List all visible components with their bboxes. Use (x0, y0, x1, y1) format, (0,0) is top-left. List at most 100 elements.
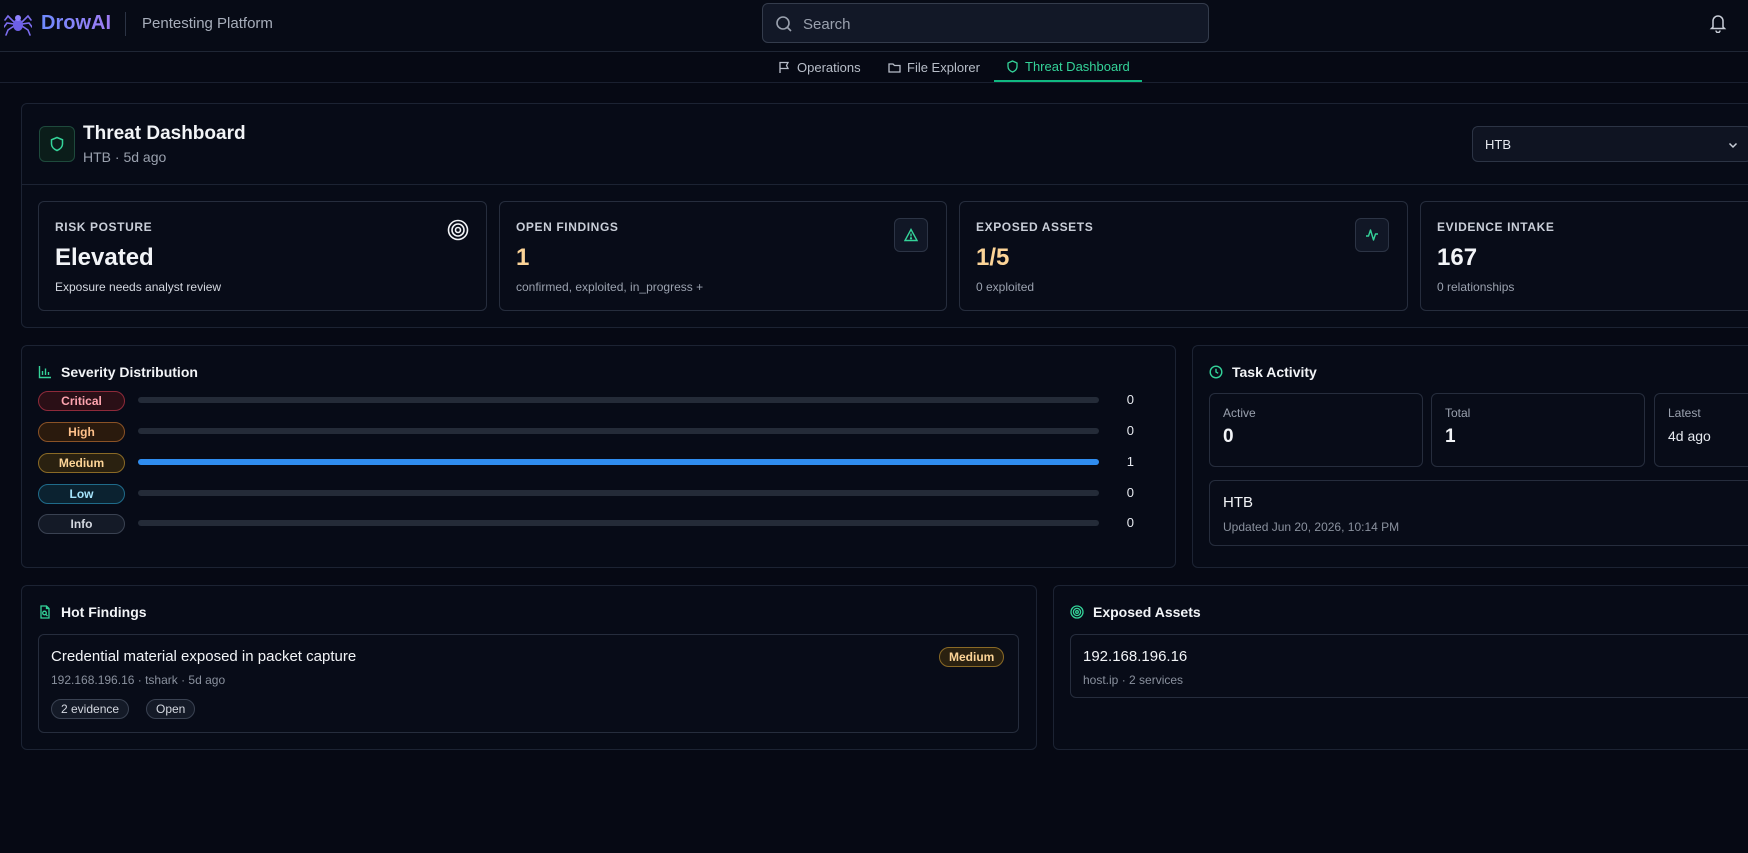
metric-label: Latest (1668, 406, 1701, 420)
task-item-updated: Updated Jun 20, 2026, 10:14 PM (1223, 520, 1400, 534)
hot-findings-panel: Hot Findings Credential material exposed… (21, 585, 1037, 750)
spider-logo-icon (4, 14, 32, 36)
severity-pill: High (38, 422, 125, 442)
severity-count: 0 (1126, 423, 1134, 438)
alert-triangle-icon (904, 228, 918, 242)
task-activity-panel: Task Activity Active 0 Total 1 Latest 4d… (1192, 345, 1748, 568)
status-tag: Open (146, 699, 196, 719)
severity-pill: Info (38, 514, 125, 534)
stat-label: EVIDENCE INTAKE (1437, 220, 1555, 234)
brand-subtitle: Pentesting Platform (142, 15, 273, 32)
target-icon (1070, 605, 1084, 619)
operation-select[interactable]: HTB (1472, 126, 1748, 162)
severity-bar-track (138, 428, 1099, 434)
task-metric-total: Total 1 (1431, 393, 1645, 467)
tab-threat-dashboard-label: Threat Dashboard (1025, 58, 1130, 74)
folder-icon (888, 62, 901, 73)
severity-row-low: Low 0 (38, 484, 1158, 504)
brand-name[interactable]: DrowAI (41, 12, 111, 35)
severity-pill: Critical (38, 391, 125, 411)
metric-value: 1 (1445, 426, 1456, 447)
tab-file-explorer[interactable]: File Explorer (876, 52, 992, 82)
nav-tabs: Operations File Explorer Threat Dashboar… (0, 52, 1748, 83)
header-divider (22, 184, 1748, 185)
bar-chart-icon (38, 366, 51, 379)
stat-note: 0 relationships (1437, 280, 1515, 294)
stat-value: 167 (1437, 244, 1478, 271)
finding-meta: 192.168.196.16 · tshark · 5d ago (51, 673, 226, 687)
stat-icon-box (894, 218, 928, 252)
file-search-icon (40, 605, 50, 619)
exposed-assets-title: Exposed Assets (1070, 604, 1201, 620)
stat-icon-box (1355, 218, 1389, 252)
severity-row-info: Info 0 (38, 514, 1158, 534)
severity-row-critical: Critical 0 (38, 391, 1158, 411)
severity-title-text: Severity Distribution (61, 364, 198, 380)
search-icon (776, 16, 792, 32)
severity-distribution-panel: Severity Distribution Critical 0 High 0 Medi… (21, 345, 1176, 568)
top-bar: DrowAI Pentesting Platform (0, 0, 1748, 52)
severity-count: 0 (1126, 485, 1134, 500)
shield-icon (50, 136, 64, 152)
flag-icon (779, 61, 790, 73)
stat-note: confirmed, exploited, in_progress + (516, 280, 704, 294)
severity-count: 1 (1126, 454, 1134, 469)
severity-section-title: Severity Distribution (38, 364, 198, 380)
metric-label: Active (1223, 406, 1256, 420)
stat-card-risk-posture: RISK POSTURE Elevated Exposure needs ana… (38, 201, 487, 311)
metric-label: Total (1445, 406, 1471, 420)
chevron-down-icon (1728, 142, 1738, 149)
page-subtitle: HTB · 5d ago (83, 149, 167, 165)
severity-badge: Medium (939, 647, 1005, 667)
task-metric-active: Active 0 (1209, 393, 1423, 467)
stat-value: 1/5 (976, 244, 1010, 271)
stat-note: Exposure needs analyst review (55, 280, 222, 294)
exposed-assets-panel: Exposed Assets 192.168.196.16 host.ip · … (1053, 585, 1748, 750)
severity-bar-fill (138, 459, 1099, 465)
page-title: Threat Dashboard (83, 123, 246, 144)
shield-icon (1007, 59, 1018, 73)
task-metric-latest: Latest 4d ago (1654, 393, 1748, 467)
task-item-name: HTB (1223, 494, 1253, 511)
tab-operations[interactable]: Operations (766, 52, 873, 82)
dashboard-shield-badge (39, 126, 75, 162)
severity-count: 0 (1126, 392, 1134, 407)
task-activity-title-text: Task Activity (1232, 364, 1317, 380)
brand-divider (125, 12, 126, 36)
severity-bar-track (138, 459, 1099, 465)
stat-card-open-findings: OPEN FINDINGS 1 confirmed, exploited, in… (499, 201, 947, 311)
task-item[interactable]: HTB Updated Jun 20, 2026, 10:14 PM (1209, 480, 1748, 546)
activity-icon (1366, 229, 1378, 241)
search-box[interactable] (762, 3, 1209, 43)
metric-value: 0 (1223, 426, 1234, 447)
stat-card-exposed-assets: EXPOSED ASSETS 1/5 0 exploited (959, 201, 1408, 311)
search-input[interactable] (803, 12, 1193, 36)
stat-label: OPEN FINDINGS (516, 220, 619, 234)
finding-title: Credential material exposed in packet ca… (51, 648, 357, 665)
stat-value: Elevated (55, 244, 154, 271)
severity-bar-track (138, 520, 1099, 526)
task-activity-title: Task Activity (1209, 364, 1317, 380)
finding-item[interactable]: Credential material exposed in packet ca… (38, 634, 1019, 733)
severity-pill: Low (38, 484, 125, 504)
severity-bar-track (138, 397, 1099, 403)
notifications-bell-icon[interactable] (1709, 13, 1727, 33)
tab-operations-label: Operations (797, 59, 861, 75)
stat-label: EXPOSED ASSETS (976, 220, 1094, 234)
operation-select-value: HTB (1485, 137, 1511, 152)
severity-count: 0 (1126, 515, 1134, 530)
exposed-assets-title-text: Exposed Assets (1093, 604, 1201, 620)
stat-card-evidence-intake: EVIDENCE INTAKE 167 0 relationships (1420, 201, 1748, 311)
evidence-tag: 2 evidence (51, 699, 130, 719)
clock-icon (1209, 365, 1223, 379)
hot-findings-title-text: Hot Findings (61, 604, 147, 620)
asset-item[interactable]: 192.168.196.16 host.ip · 2 services (1070, 634, 1748, 698)
asset-meta: host.ip · 2 services (1083, 673, 1184, 687)
tab-threat-dashboard[interactable]: Threat Dashboard (994, 52, 1142, 82)
severity-row-high: High 0 (38, 422, 1158, 442)
target-icon (447, 219, 469, 241)
stat-label: RISK POSTURE (55, 220, 153, 234)
stat-note: 0 exploited (976, 280, 1035, 294)
stat-value: 1 (516, 244, 530, 271)
severity-pill: Medium (38, 453, 125, 473)
